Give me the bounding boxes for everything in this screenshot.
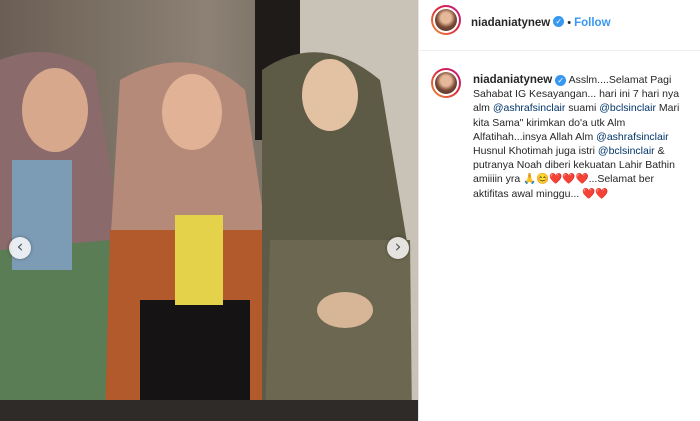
chevron-right-icon: ›: [394, 236, 402, 257]
post-caption: niadaniatynew ✓ Asslm....Selamat Pagi Sah…: [473, 73, 691, 201]
smile-emoji: 😊: [536, 173, 550, 186]
follow-button[interactable]: Follow: [574, 17, 610, 29]
post-photo[interactable]: ‹ ›: [0, 0, 418, 421]
separator-dot: •: [567, 17, 572, 29]
post-header: niadaniatynew ✓ • Follow: [419, 0, 700, 51]
caption-username[interactable]: niadaniatynew: [473, 74, 552, 86]
avatar[interactable]: [431, 5, 461, 35]
hearts-emoji: ❤️❤️: [582, 187, 609, 200]
photo-illustration: [0, 0, 418, 421]
caption-text-2: suami: [568, 102, 597, 115]
hearts-emoji: ❤️❤️❤️: [549, 173, 589, 186]
caption-text-4: Husnul Khotimah juga istri: [473, 145, 595, 158]
carousel-next-button[interactable]: ›: [387, 237, 409, 259]
carousel-prev-button[interactable]: ‹: [9, 237, 31, 259]
verified-badge-icon: ✓: [553, 16, 565, 28]
mention-link[interactable]: @ashrafsinclair: [493, 102, 566, 114]
pray-emoji: 🙏: [523, 173, 537, 186]
mention-link[interactable]: @ashrafsinclair: [596, 131, 669, 143]
verified-badge-icon: ✓: [555, 74, 567, 86]
header-username[interactable]: niadaniatynew: [471, 17, 550, 29]
mention-link[interactable]: @bclsinclair: [598, 145, 655, 157]
post-sidebar: niadaniatynew ✓ • Follow niadaniatynew ✓ Ass…: [419, 0, 700, 421]
instagram-post: ‹ › niadaniatynew ✓ • Follow niadaniatynew ✓…: [0, 0, 700, 421]
caption-avatar[interactable]: [431, 68, 461, 98]
mention-link[interactable]: @bclsinclair: [599, 102, 656, 114]
header-user: niadaniatynew ✓ • Follow: [471, 13, 611, 31]
chevron-left-icon: ‹: [16, 236, 24, 257]
